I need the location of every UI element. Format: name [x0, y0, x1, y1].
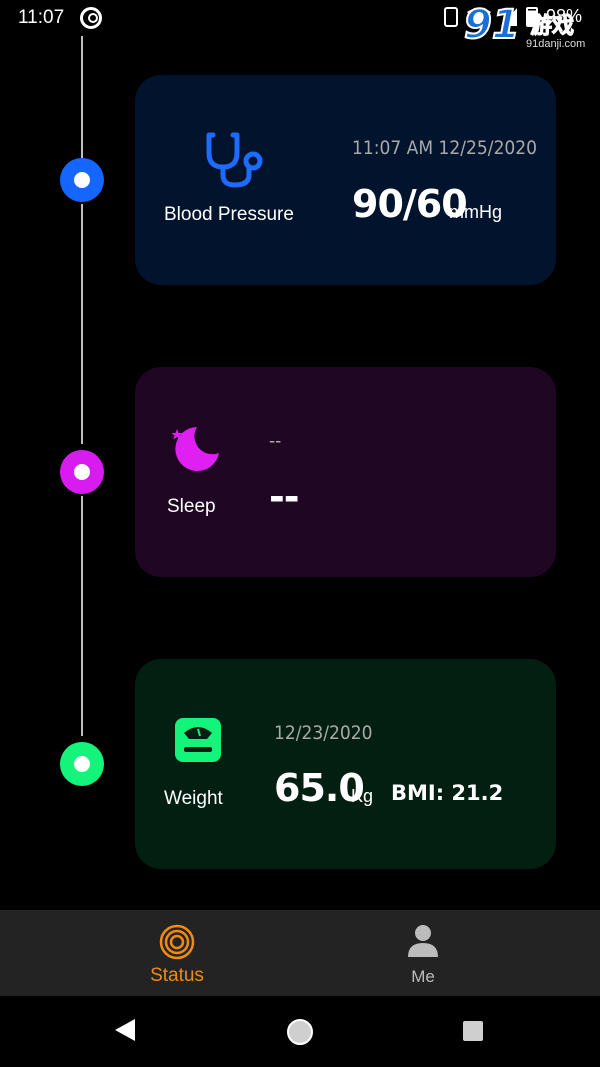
bmi-value: BMI: 21.2	[391, 781, 504, 805]
watermark-url: 91danji.com	[526, 38, 586, 50]
moon-icon	[167, 425, 221, 478]
vibrate-icon	[443, 6, 458, 27]
sleep-card[interactable]: Sleep -- --	[135, 367, 556, 577]
nav-item-me[interactable]: Me	[273, 910, 573, 996]
blood-pressure-label: Blood Pressure	[164, 204, 294, 225]
person-icon	[407, 924, 439, 963]
weight-label: Weight	[164, 788, 223, 809]
nav-label-me: Me	[411, 967, 435, 986]
sleep-label: Sleep	[167, 496, 216, 517]
timeline-dot-blood-pressure	[60, 158, 104, 202]
scale-icon	[174, 717, 222, 768]
timeline-line	[81, 496, 83, 736]
sleep-date: --	[269, 430, 282, 452]
watermark-cn: 游戏	[529, 13, 575, 39]
system-nav-bar	[0, 996, 600, 1067]
timeline-dot-weight	[60, 742, 104, 786]
back-icon[interactable]	[114, 1018, 136, 1047]
weight-date: 12/23/2020	[274, 722, 373, 744]
timeline-dot-sleep	[60, 450, 104, 494]
bottom-nav: Status Me	[0, 910, 600, 996]
status-rings-icon	[159, 924, 195, 965]
watermark-brand: 91	[463, 1, 521, 49]
stethoscope-icon	[205, 131, 267, 194]
timeline-line	[81, 36, 83, 158]
timeline-line	[81, 204, 83, 444]
sleep-value: --	[269, 475, 300, 519]
status-bar: 11:07 98% 91 游戏 91danji.com	[0, 0, 600, 50]
weight-unit: Kg	[351, 786, 374, 806]
home-icon[interactable]	[286, 1018, 314, 1051]
weight-card[interactable]: Weight 12/23/2020 65.0 Kg BMI: 21.2	[135, 659, 556, 869]
recents-icon[interactable]	[462, 1020, 484, 1047]
blood-pressure-date: 11:07 AM 12/25/2020	[352, 137, 538, 159]
blood-pressure-card[interactable]: Blood Pressure 11:07 AM 12/25/2020 90/60…	[135, 75, 556, 285]
at-sign-icon	[80, 7, 102, 29]
blood-pressure-unit: mmHg	[449, 202, 502, 222]
watermark-logo: 91 游戏 91danji.com	[463, 1, 594, 54]
status-time: 11:07	[18, 7, 65, 28]
